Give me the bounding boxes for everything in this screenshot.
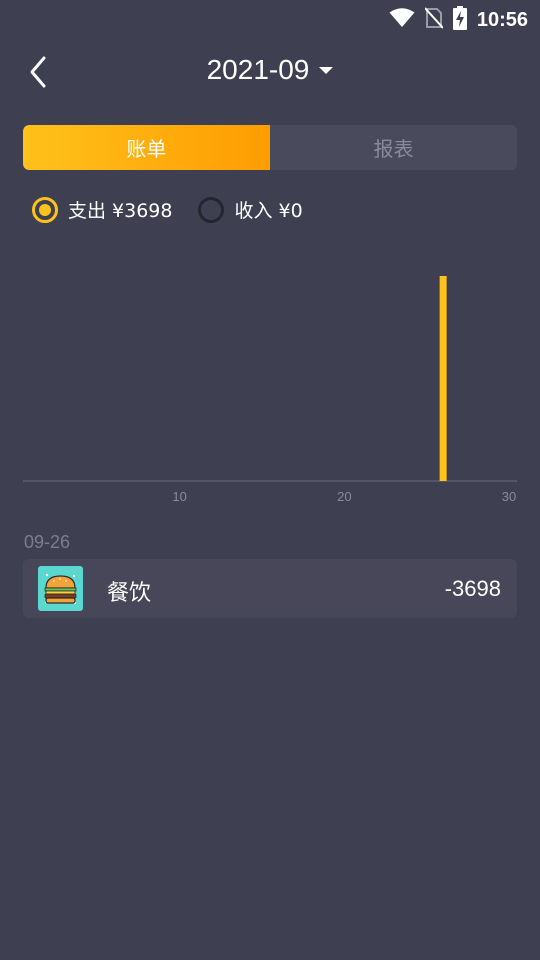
tab-report[interactable]: 报表 — [270, 125, 517, 170]
status-bar: 10:56 — [0, 0, 540, 36]
filter-expense[interactable]: 支出 ¥3698 — [32, 196, 172, 223]
view-tabs: 账单 报表 — [23, 125, 517, 170]
month-label: 2021-09 — [206, 54, 310, 85]
no-sim-icon — [424, 7, 444, 33]
type-filter: 支出 ¥3698 收入 ¥0 — [32, 196, 303, 223]
radio-selected-icon[interactable] — [32, 196, 58, 223]
x-tick-label: 20 — [337, 489, 351, 504]
x-tick-label: 30 — [502, 489, 516, 504]
filter-expense-label: 支出 ¥3698 — [68, 200, 173, 222]
daily-expense-chart: 10 20 30 — [0, 240, 540, 520]
record-date: 09-26 — [24, 532, 71, 552]
status-time: 10:56 — [476, 8, 528, 31]
month-picker[interactable]: 2021-09 — [185, 54, 355, 86]
record-category: 餐饮 — [107, 581, 152, 606]
burger-icon — [38, 566, 83, 611]
tab-bill[interactable]: 账单 — [23, 125, 270, 170]
chart-svg: 10 20 30 — [23, 276, 517, 504]
status-icons: 10:56 — [389, 6, 528, 34]
record-item[interactable]: 餐饮 -3698 — [23, 559, 517, 618]
filter-income-label: 收入 ¥0 — [234, 200, 303, 222]
battery-charging-icon — [452, 6, 467, 34]
record-amount: -3698 — [444, 576, 501, 601]
x-tick-label: 10 — [172, 489, 186, 504]
wifi-icon — [389, 8, 415, 32]
chart-bar[interactable] — [439, 276, 447, 481]
chevron-left-icon[interactable] — [24, 54, 54, 90]
header: 2021-09 — [0, 40, 540, 110]
radio-unselected-icon[interactable] — [198, 196, 225, 223]
caret-down-icon — [319, 66, 334, 74]
filter-income[interactable]: 收入 ¥0 — [198, 196, 303, 223]
